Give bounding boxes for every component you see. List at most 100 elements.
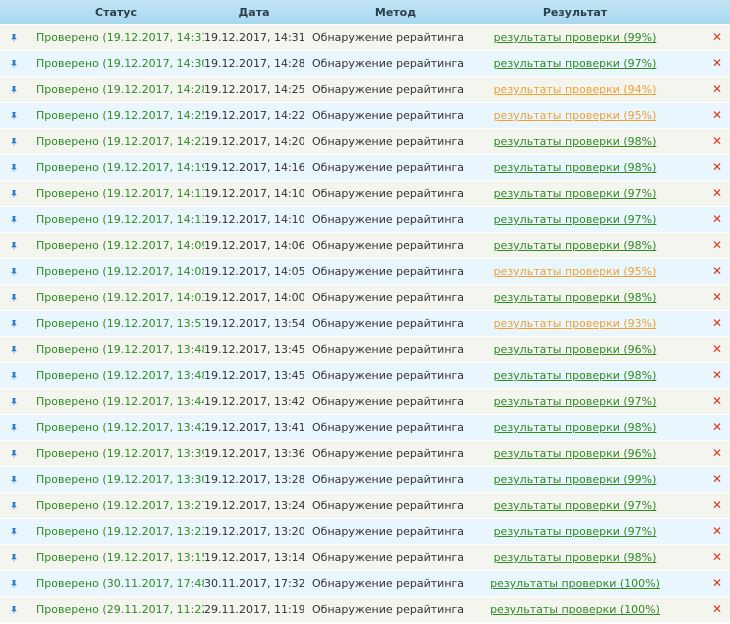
- pin-icon[interactable]: [9, 475, 19, 485]
- pin-icon[interactable]: [9, 423, 19, 433]
- close-icon[interactable]: ✕: [712, 551, 722, 563]
- result-link[interactable]: результаты проверки (98%): [494, 135, 657, 148]
- result-cell: результаты проверки (97%): [487, 206, 663, 233]
- header-result[interactable]: Результат: [487, 0, 663, 25]
- result-link[interactable]: результаты проверки (97%): [494, 525, 657, 538]
- close-icon[interactable]: ✕: [712, 395, 722, 407]
- status-cell: Проверено (30.11.2017, 17:48): [28, 570, 204, 597]
- close-icon[interactable]: ✕: [712, 265, 722, 277]
- pin-icon[interactable]: [9, 163, 19, 173]
- result-link[interactable]: результаты проверки (96%): [494, 343, 657, 356]
- status-text: Проверено (19.12.2017, 14:25): [36, 109, 204, 122]
- pin-icon[interactable]: [9, 449, 19, 459]
- result-link[interactable]: результаты проверки (99%): [494, 31, 657, 44]
- pin-icon[interactable]: [9, 215, 19, 225]
- close-icon[interactable]: ✕: [712, 447, 722, 459]
- pin-cell: [0, 388, 28, 415]
- result-link[interactable]: результаты проверки (93%): [494, 317, 657, 330]
- delete-cell: ✕: [663, 154, 730, 181]
- status-text: Проверено (19.12.2017, 13:48): [36, 343, 204, 356]
- delete-cell: ✕: [663, 336, 730, 363]
- pin-icon[interactable]: [9, 553, 19, 563]
- method-text: Обнаружение рерайтинга: [312, 551, 465, 564]
- result-link[interactable]: результаты проверки (97%): [494, 57, 657, 70]
- close-icon[interactable]: ✕: [712, 317, 722, 329]
- delete-cell: ✕: [663, 362, 730, 389]
- result-link[interactable]: результаты проверки (98%): [494, 291, 657, 304]
- date-text: 19.12.2017, 14:28: [204, 57, 304, 70]
- pin-icon[interactable]: [9, 189, 19, 199]
- pin-icon[interactable]: [9, 293, 19, 303]
- close-icon[interactable]: ✕: [712, 187, 722, 199]
- date-text: 19.12.2017, 14:10: [204, 187, 304, 200]
- pin-icon[interactable]: [9, 579, 19, 589]
- result-link[interactable]: результаты проверки (98%): [494, 551, 657, 564]
- close-icon[interactable]: ✕: [712, 135, 722, 147]
- status-text: Проверено (19.12.2017, 14:08): [36, 265, 204, 278]
- close-icon[interactable]: ✕: [712, 577, 722, 589]
- method-text: Обнаружение рерайтинга: [312, 265, 465, 278]
- result-link[interactable]: результаты проверки (98%): [494, 161, 657, 174]
- result-link[interactable]: результаты проверки (94%): [494, 83, 657, 96]
- result-link[interactable]: результаты проверки (97%): [494, 213, 657, 226]
- close-icon[interactable]: ✕: [712, 369, 722, 381]
- close-icon[interactable]: ✕: [712, 57, 722, 69]
- close-icon[interactable]: ✕: [712, 239, 722, 251]
- result-cell: результаты проверки (100%): [487, 596, 663, 623]
- result-link[interactable]: результаты проверки (97%): [494, 187, 657, 200]
- result-link[interactable]: результаты проверки (98%): [494, 369, 657, 382]
- close-icon[interactable]: ✕: [712, 161, 722, 173]
- delete-cell: ✕: [663, 440, 730, 467]
- pin-icon[interactable]: [9, 241, 19, 251]
- pin-icon[interactable]: [9, 371, 19, 381]
- close-icon[interactable]: ✕: [712, 109, 722, 121]
- pin-cell: [0, 24, 28, 51]
- close-icon[interactable]: ✕: [712, 83, 722, 95]
- date-cell: 19.12.2017, 14:31: [204, 24, 304, 51]
- result-cell: результаты проверки (99%): [487, 24, 663, 51]
- header-status[interactable]: Статус: [28, 0, 204, 25]
- pin-icon[interactable]: [9, 137, 19, 147]
- pin-icon[interactable]: [9, 397, 19, 407]
- close-icon[interactable]: ✕: [712, 525, 722, 537]
- result-link[interactable]: результаты проверки (100%): [490, 603, 660, 616]
- result-link[interactable]: результаты проверки (97%): [494, 499, 657, 512]
- method-cell: Обнаружение рерайтинга: [304, 596, 487, 623]
- result-link[interactable]: результаты проверки (96%): [494, 447, 657, 460]
- pin-icon[interactable]: [9, 605, 19, 615]
- header-method[interactable]: Метод: [304, 0, 487, 25]
- result-link[interactable]: результаты проверки (100%): [490, 577, 660, 590]
- pin-icon[interactable]: [9, 267, 19, 277]
- close-icon[interactable]: ✕: [712, 213, 722, 225]
- method-text: Обнаружение рерайтинга: [312, 577, 465, 590]
- pin-icon[interactable]: [9, 501, 19, 511]
- result-link[interactable]: результаты проверки (98%): [494, 421, 657, 434]
- pin-icon[interactable]: [9, 59, 19, 69]
- close-icon[interactable]: ✕: [712, 499, 722, 511]
- close-icon[interactable]: ✕: [712, 31, 722, 43]
- pin-icon[interactable]: [9, 111, 19, 121]
- date-text: 19.12.2017, 13:45: [204, 369, 304, 382]
- pin-icon[interactable]: [9, 85, 19, 95]
- header-date[interactable]: Дата: [204, 0, 304, 25]
- close-icon[interactable]: ✕: [712, 603, 722, 615]
- result-link[interactable]: результаты проверки (99%): [494, 473, 657, 486]
- close-icon[interactable]: ✕: [712, 421, 722, 433]
- table-row: Проверено (19.12.2017, 14:13) 19.12.2017…: [0, 180, 730, 207]
- close-icon[interactable]: ✕: [712, 343, 722, 355]
- method-cell: Обнаружение рерайтинга: [304, 466, 487, 493]
- result-link[interactable]: результаты проверки (95%): [494, 265, 657, 278]
- result-link[interactable]: результаты проверки (98%): [494, 239, 657, 252]
- result-link[interactable]: результаты проверки (95%): [494, 109, 657, 122]
- status-text: Проверено (30.11.2017, 17:48): [36, 577, 204, 590]
- close-icon[interactable]: ✕: [712, 473, 722, 485]
- result-link[interactable]: результаты проверки (97%): [494, 395, 657, 408]
- close-icon[interactable]: ✕: [712, 291, 722, 303]
- pin-icon[interactable]: [9, 319, 19, 329]
- pin-icon[interactable]: [9, 33, 19, 43]
- status-cell: Проверено (19.12.2017, 13:15): [28, 544, 204, 571]
- pin-icon[interactable]: [9, 527, 19, 537]
- checks-table: Статус Дата Метод Результат Проверено (1…: [0, 0, 730, 623]
- pin-icon[interactable]: [9, 345, 19, 355]
- status-cell: Проверено (19.12.2017, 13:48): [28, 362, 204, 389]
